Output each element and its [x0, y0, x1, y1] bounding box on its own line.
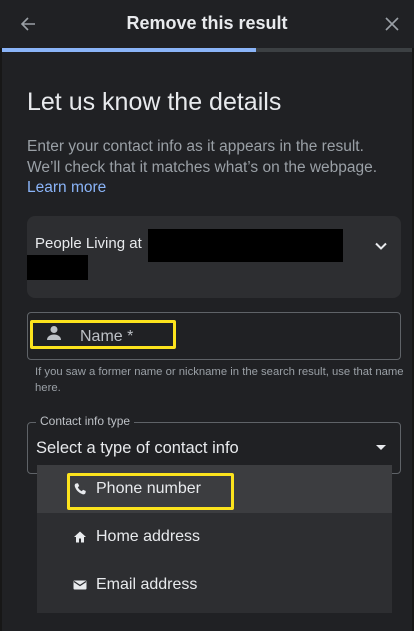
- menu-item-label: Phone number: [96, 480, 201, 497]
- close-button[interactable]: [378, 10, 406, 38]
- intro-description: Enter your contact info as it appears in…: [27, 138, 378, 176]
- chevron-down-icon[interactable]: [371, 236, 391, 256]
- phone-icon: [74, 483, 86, 495]
- dialog-header: Remove this result: [0, 0, 414, 48]
- intro-text: Enter your contact info as it appears in…: [27, 137, 397, 199]
- name-help-text: If you saw a former name or nickname in …: [35, 366, 404, 394]
- contact-type-menu: Phone number Home address Email address: [37, 465, 392, 613]
- email-icon: [73, 580, 87, 590]
- learn-more-link[interactable]: Learn more: [27, 179, 106, 196]
- redacted-address: [148, 229, 343, 262]
- name-field[interactable]: Name *: [27, 312, 401, 360]
- home-icon: [74, 531, 86, 543]
- menu-item-label: Home address: [96, 528, 201, 545]
- window-edge-left: [0, 0, 2, 631]
- close-icon: [385, 17, 399, 31]
- menu-item-phone-number[interactable]: Phone number: [37, 465, 392, 513]
- contact-info-type-value: Select a type of contact info: [36, 439, 239, 457]
- page-heading: Let us know the details: [27, 88, 282, 116]
- menu-item-home-address[interactable]: Home address: [37, 513, 392, 561]
- person-icon: [47, 326, 61, 340]
- name-field-label: Name *: [80, 328, 134, 345]
- menu-item-label: Email address: [96, 576, 198, 593]
- contact-info-type-label: Contact info type: [36, 414, 135, 428]
- progress-bar-fill: [2, 48, 257, 52]
- menu-item-email-address[interactable]: Email address: [37, 561, 392, 609]
- progress-bar: [2, 48, 412, 52]
- redacted-address-continued: [27, 255, 88, 280]
- dropdown-arrow-icon: [376, 445, 386, 450]
- people-living-at-card[interactable]: People Living at: [27, 216, 401, 298]
- dialog-title: Remove this result: [126, 13, 288, 33]
- people-living-at-label: People Living at: [35, 235, 142, 252]
